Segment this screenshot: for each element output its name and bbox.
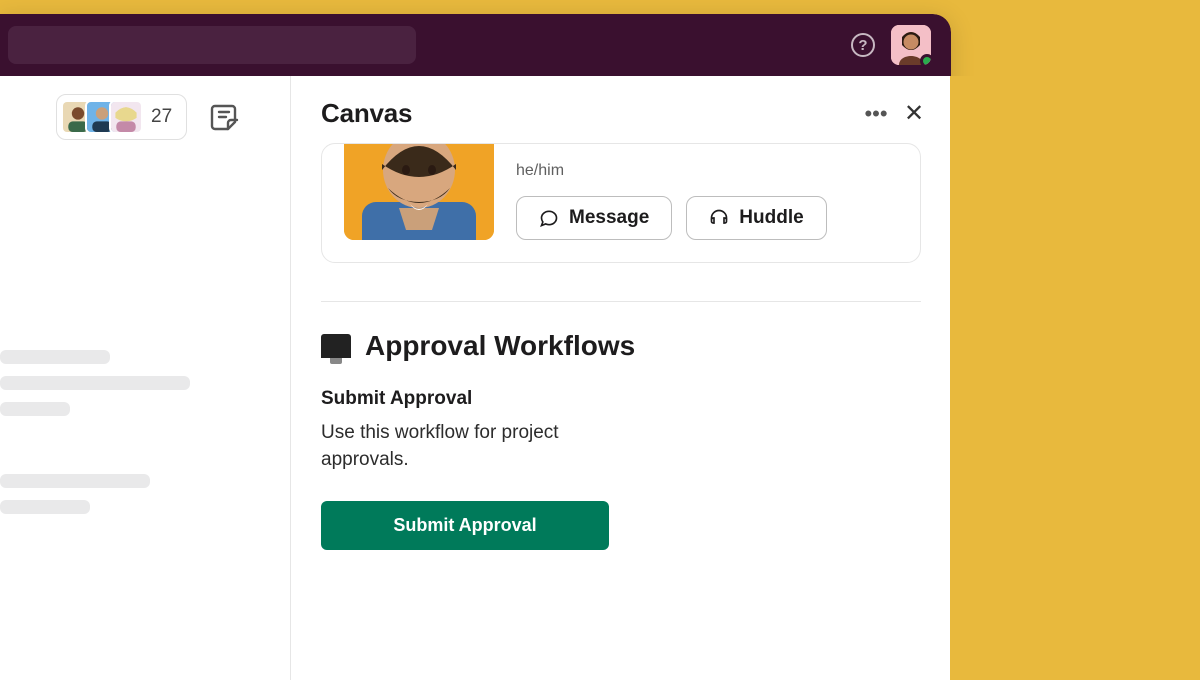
huddle-button[interactable]: Huddle	[686, 196, 826, 240]
profile-card: he/him Message	[321, 143, 921, 263]
monitor-icon	[321, 334, 351, 358]
workflow-heading-text: Approval Workflows	[365, 330, 635, 362]
close-icon[interactable]: ✕	[901, 101, 927, 127]
message-label: Message	[569, 207, 649, 229]
profile-portrait	[344, 143, 494, 240]
panel-title: Canvas	[321, 98, 412, 129]
titlebar: ?	[0, 14, 951, 76]
sidebar-skeleton	[0, 350, 290, 514]
user-avatar[interactable]	[891, 25, 931, 65]
search-input[interactable]	[8, 26, 416, 64]
help-icon[interactable]: ?	[851, 33, 875, 57]
workflow-description: Use this workflow for project approvals.	[321, 420, 641, 473]
background-fill	[950, 76, 1200, 680]
huddle-label: Huddle	[739, 207, 803, 229]
message-icon	[539, 208, 559, 228]
channel-members-button[interactable]: 27	[56, 94, 187, 140]
workflow-heading: Approval Workflows	[321, 330, 921, 362]
divider	[321, 301, 921, 302]
canvas-icon[interactable]	[205, 97, 245, 137]
profile-pronoun: he/him	[516, 162, 898, 180]
presence-indicator	[920, 54, 931, 65]
app-window: ?	[0, 14, 951, 680]
canvas-panel: Canvas ••• ✕	[290, 76, 951, 680]
member-count: 27	[151, 106, 172, 128]
headphones-icon	[709, 208, 729, 228]
message-button[interactable]: Message	[516, 196, 672, 240]
member-avatar	[109, 100, 143, 134]
sidebar: 27	[0, 76, 290, 680]
workflow-subheading: Submit Approval	[321, 388, 921, 410]
more-actions-icon[interactable]: •••	[863, 101, 889, 127]
submit-approval-button[interactable]: Submit Approval	[321, 501, 609, 550]
